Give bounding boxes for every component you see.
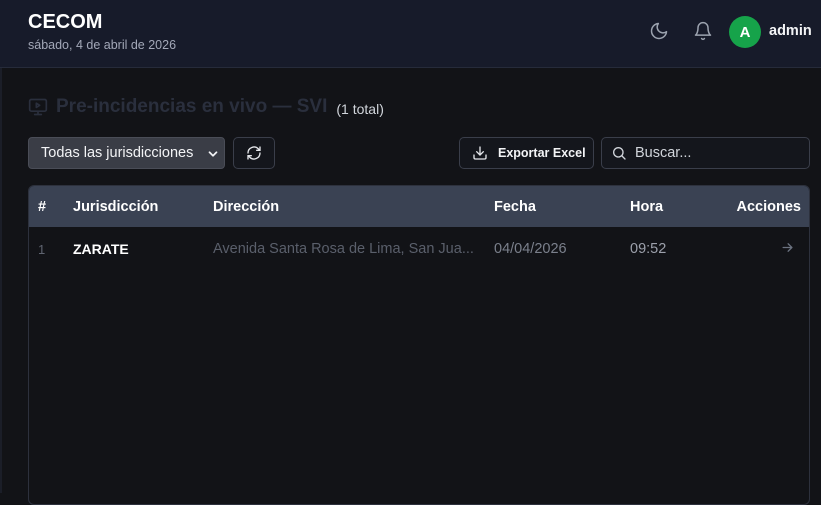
incidents-table: # Jurisdicción Dirección Fecha Hora Acci… (28, 185, 810, 505)
row-direccion: Avenida Santa Rosa de Lima, San Jua... (213, 241, 474, 257)
download-icon (473, 146, 487, 160)
bell-icon[interactable] (692, 20, 714, 42)
sidebar-edge (0, 68, 2, 493)
username[interactable]: admin (769, 23, 812, 39)
column-header-acciones: Acciones (736, 199, 801, 215)
refresh-icon (247, 146, 261, 160)
search-input[interactable] (635, 145, 805, 161)
column-header-direccion[interactable]: Dirección (213, 199, 279, 215)
column-header-jurisdiccion[interactable]: Jurisdicción (73, 199, 158, 215)
search-field[interactable] (601, 137, 810, 169)
monitor-play-icon (28, 97, 48, 117)
table-row[interactable]: 1 ZARATE Avenida Santa Rosa de Lima, San… (29, 227, 809, 271)
chevron-down-icon (206, 147, 220, 165)
jurisdiction-select[interactable]: Todas las jurisdicciones (28, 137, 225, 169)
refresh-button[interactable] (233, 137, 275, 169)
column-header-fecha[interactable]: Fecha (494, 199, 536, 215)
row-hora: 09:52 (630, 241, 667, 257)
search-icon (613, 147, 626, 160)
avatar[interactable]: A (729, 16, 761, 48)
total-count: (1 total) (336, 100, 384, 117)
page-title: Pre-incidencias en vivo — SVI (56, 96, 328, 117)
jurisdiction-select-value: Todas las jurisdicciones (41, 145, 194, 161)
column-header-hora[interactable]: Hora (630, 199, 663, 215)
moon-icon[interactable] (648, 20, 670, 42)
top-header: CECOM sábado, 4 de abril de 2026 A admin (0, 0, 821, 68)
column-header-index: # (38, 199, 47, 215)
current-date: sábado, 4 de abril de 2026 (28, 38, 177, 52)
export-excel-button[interactable]: Exportar Excel (459, 137, 594, 169)
arrow-right-icon[interactable] (780, 240, 795, 259)
row-jurisdiccion: ZARATE (73, 241, 129, 257)
table-header: # Jurisdicción Dirección Fecha Hora Acci… (29, 186, 809, 227)
export-excel-label: Exportar Excel (498, 146, 586, 160)
row-fecha: 04/04/2026 (494, 241, 567, 257)
page-heading: Pre-incidencias en vivo — SVI (1 total) (28, 94, 384, 120)
app-title: CECOM (28, 11, 103, 33)
row-index: 1 (38, 242, 46, 257)
